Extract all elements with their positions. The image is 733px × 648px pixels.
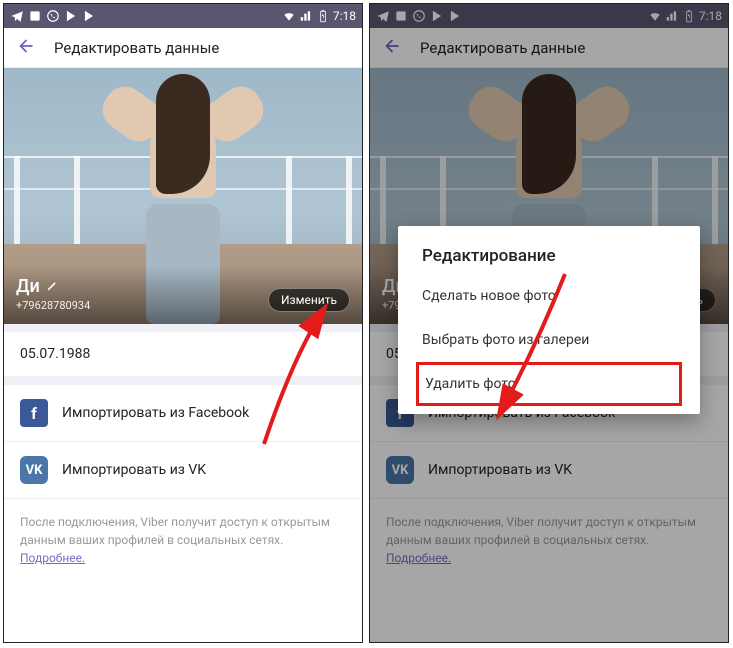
play-icon-2 xyxy=(82,9,96,23)
square-icon xyxy=(28,9,42,23)
play-icon xyxy=(430,9,444,23)
battery-icon xyxy=(316,9,330,23)
signal-icon xyxy=(665,9,679,23)
signal-icon xyxy=(299,9,313,23)
viber-icon xyxy=(412,9,426,23)
footer-link[interactable]: Подробнее. xyxy=(20,551,85,565)
import-vk[interactable]: VK Импортировать из VK xyxy=(370,442,728,499)
footer-link[interactable]: Подробнее. xyxy=(386,551,451,565)
phone-screen-left: 7:18 Редактировать данные xyxy=(3,3,363,643)
profile-phone: +79628780934 xyxy=(16,299,260,312)
footer-text: После подключения, Viber получит доступ … xyxy=(386,515,696,547)
telegram-icon xyxy=(10,9,24,23)
pencil-icon xyxy=(46,276,59,297)
profile-photo[interactable]: Ди +79628780934 Изменить xyxy=(4,68,362,324)
play-icon xyxy=(64,9,78,23)
battery-icon xyxy=(682,9,696,23)
profile-name: Ди xyxy=(16,276,40,297)
vk-icon: VK xyxy=(20,456,48,484)
profile-name-row[interactable]: Ди xyxy=(16,276,260,297)
status-bar: 7:18 xyxy=(4,4,362,28)
dialog-title: Редактирование xyxy=(398,230,700,274)
square-icon xyxy=(394,9,408,23)
status-time: 7:18 xyxy=(699,9,722,23)
annotation-arrow xyxy=(480,269,600,443)
play-icon-2 xyxy=(448,9,462,23)
phone-screen-right: 7:18 Редактировать данные xyxy=(369,3,729,643)
page-title: Редактировать данные xyxy=(54,39,219,57)
vk-icon: VK xyxy=(386,456,414,484)
status-time: 7:18 xyxy=(333,9,356,23)
import-facebook-label: Импортировать из Facebook xyxy=(62,405,249,421)
footer-note: После подключения, Viber получит доступ … xyxy=(370,499,728,581)
facebook-icon: f xyxy=(20,399,48,427)
back-button[interactable] xyxy=(16,37,34,59)
birthdate-value: 05.07.1988 xyxy=(20,346,90,362)
telegram-icon xyxy=(376,9,390,23)
wifi-icon xyxy=(282,9,296,23)
footer-note: После подключения, Viber получит доступ … xyxy=(4,499,362,581)
status-bar: 7:18 xyxy=(370,4,728,28)
wifi-icon xyxy=(648,9,662,23)
app-bar: Редактировать данные xyxy=(4,28,362,68)
page-title: Редактировать данные xyxy=(420,39,585,57)
viber-icon xyxy=(46,9,60,23)
back-button[interactable] xyxy=(382,37,400,59)
footer-text: После подключения, Viber получит доступ … xyxy=(20,515,330,547)
annotation-arrow xyxy=(254,294,363,458)
import-vk-label: Импортировать из VK xyxy=(428,462,572,478)
import-vk-label: Импортировать из VK xyxy=(62,462,206,478)
app-bar: Редактировать данные xyxy=(370,28,728,68)
